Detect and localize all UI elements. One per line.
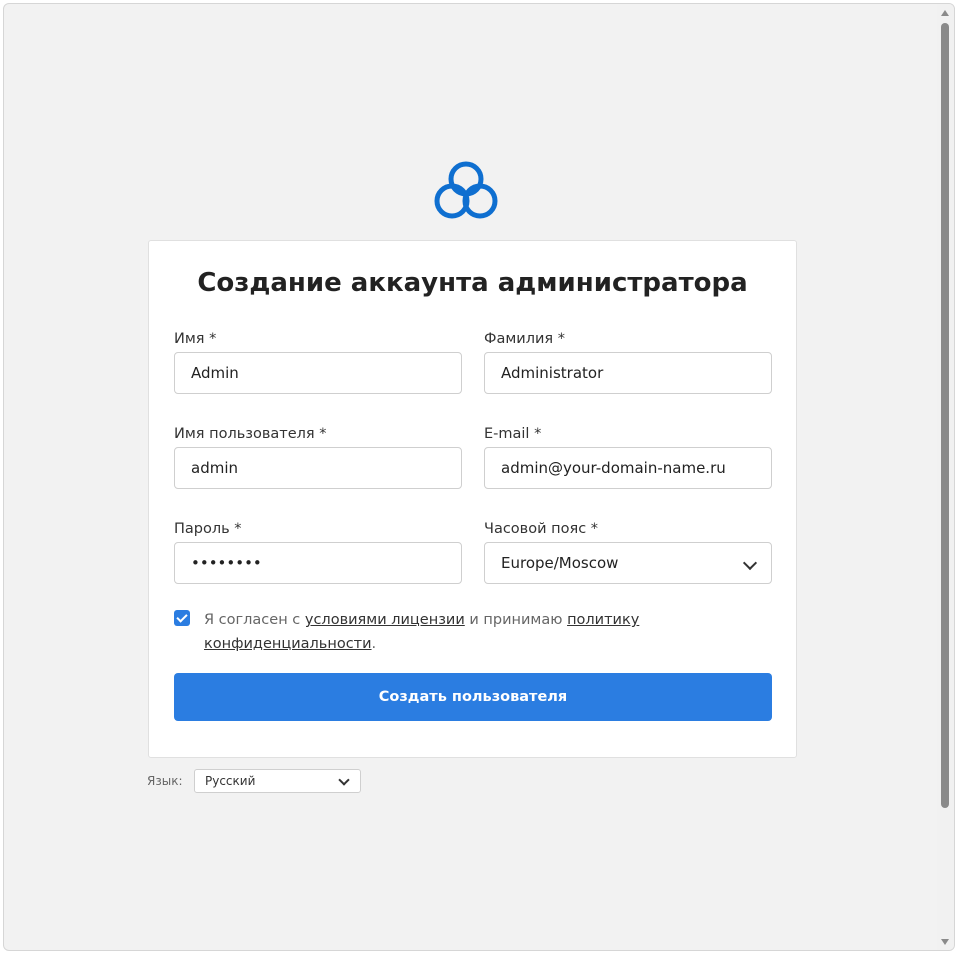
scroll-thumb[interactable]: [941, 23, 949, 808]
password-label: Пароль *: [174, 521, 242, 537]
username-label: Имя пользователя *: [174, 426, 327, 442]
agreement-text: Я согласен с условиями лицензии и приним…: [204, 608, 674, 656]
email-label: E-mail *: [484, 426, 542, 442]
timezone-value: Europe/Moscow: [501, 554, 619, 572]
last-name-field: Фамилия * Administrator: [484, 331, 772, 394]
browser-viewport: Создание аккаунта администратора Имя * A…: [3, 3, 955, 951]
language-label: Язык:: [147, 774, 183, 788]
timezone-label: Часовой пояс *: [484, 521, 599, 537]
agreement-text-after: .: [371, 636, 377, 652]
agree-checkbox[interactable]: [174, 610, 190, 626]
last-name-input[interactable]: Administrator: [484, 352, 772, 394]
license-terms-link[interactable]: условиями лицензии: [305, 612, 465, 628]
username-field: Имя пользователя * admin: [174, 426, 462, 489]
first-name-input[interactable]: Admin: [174, 352, 462, 394]
chevron-down-icon: [338, 774, 350, 786]
timezone-field: Часовой пояс * Europe/Moscow: [484, 521, 772, 584]
chevron-down-icon: [742, 555, 758, 571]
email-input[interactable]: admin@your-domain-name.ru: [484, 447, 772, 489]
last-name-label: Фамилия *: [484, 331, 566, 347]
cloud-logo-icon: [434, 161, 498, 219]
password-input[interactable]: ••••••••: [174, 542, 462, 584]
scroll-up-icon[interactable]: [941, 10, 949, 16]
admin-account-card: Создание аккаунта администратора Имя * A…: [148, 240, 797, 758]
scroll-down-icon[interactable]: [941, 939, 949, 945]
first-name-field: Имя * Admin: [174, 331, 462, 394]
language-value: Русский: [205, 774, 256, 788]
language-select[interactable]: Русский: [194, 769, 361, 793]
password-field: Пароль * ••••••••: [174, 521, 462, 584]
timezone-select[interactable]: Europe/Moscow: [484, 542, 772, 584]
username-input[interactable]: admin: [174, 447, 462, 489]
email-field: E-mail * admin@your-domain-name.ru: [484, 426, 772, 489]
vertical-scrollbar[interactable]: [937, 4, 954, 950]
agreement-text-before: Я согласен с: [204, 612, 305, 628]
first-name-label: Имя *: [174, 331, 217, 347]
create-user-button[interactable]: Создать пользователя: [174, 673, 772, 721]
page-title: Создание аккаунта администратора: [197, 268, 748, 298]
agreement-text-middle: и принимаю: [464, 612, 568, 628]
